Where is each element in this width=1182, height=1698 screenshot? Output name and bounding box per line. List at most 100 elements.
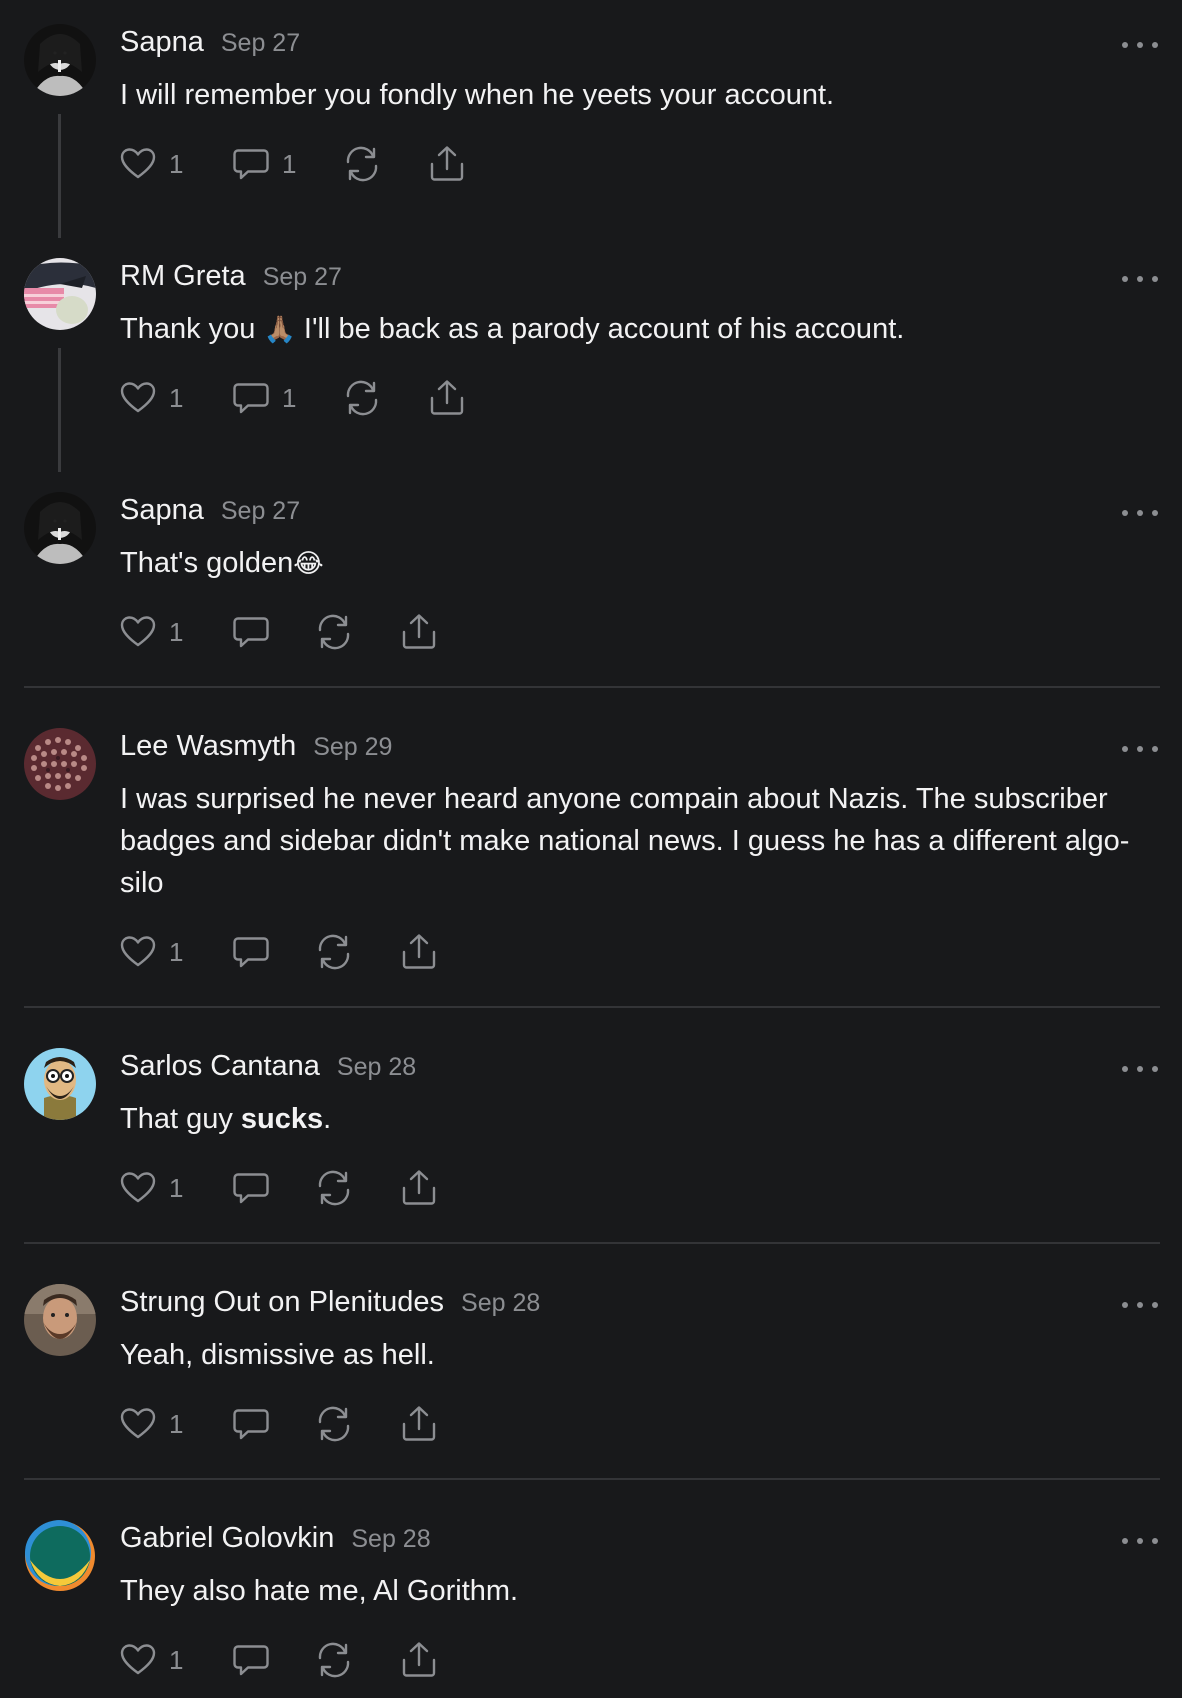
comment-bubble-icon	[231, 378, 271, 418]
bold-text: sucks	[240, 1103, 324, 1135]
share-button[interactable]	[399, 612, 439, 652]
more-dots-icon[interactable]	[1122, 1295, 1158, 1315]
author-name[interactable]: Sarlos Cantana	[120, 1050, 320, 1083]
comment-header: Sapna Sep 27	[120, 494, 300, 534]
like-button[interactable]: 1	[118, 1168, 183, 1208]
share-button[interactable]	[399, 932, 439, 972]
emoji: 😂	[293, 549, 324, 579]
like-button[interactable]: 1	[118, 378, 183, 418]
restack-button[interactable]	[342, 378, 382, 418]
more-dots-icon[interactable]	[1122, 1531, 1158, 1551]
restack-button[interactable]	[314, 932, 354, 972]
restack-button[interactable]	[342, 144, 382, 184]
author-name[interactable]: Lee Wasmyth	[120, 730, 296, 763]
restack-button[interactable]	[314, 1168, 354, 1208]
reply-button[interactable]: 1	[231, 378, 296, 418]
share-icon	[399, 1168, 439, 1208]
like-button[interactable]: 1	[118, 144, 183, 184]
share-icon	[399, 932, 439, 972]
thread-line	[58, 114, 61, 238]
author-name[interactable]: Sapna	[120, 494, 204, 527]
share-icon	[399, 1404, 439, 1444]
avatar[interactable]	[24, 258, 96, 330]
like-count: 1	[169, 1644, 184, 1675]
share-button[interactable]	[399, 1168, 439, 1208]
comment-date[interactable]: Sep 28	[337, 1053, 416, 1082]
reply-button[interactable]: 1	[231, 144, 296, 184]
divider	[24, 1478, 1160, 1480]
more-dots-icon[interactable]	[1122, 503, 1158, 523]
more-dots-icon[interactable]	[1122, 1059, 1158, 1079]
restack-button[interactable]	[314, 1404, 354, 1444]
restack-icon	[314, 612, 354, 652]
more-dots-icon[interactable]	[1122, 269, 1158, 289]
comment-bubble-icon	[231, 932, 271, 972]
author-name[interactable]: RM Greta	[120, 260, 246, 293]
share-button[interactable]	[399, 1404, 439, 1444]
comment-header: Gabriel Golovkin Sep 28	[120, 1522, 431, 1562]
like-button[interactable]: 1	[118, 1404, 183, 1444]
comment-bubble-icon	[231, 1640, 271, 1680]
heart-icon	[118, 144, 158, 184]
restack-icon	[314, 1640, 354, 1680]
reply-button[interactable]	[231, 1404, 271, 1444]
restack-button[interactable]	[314, 612, 354, 652]
share-icon	[399, 612, 439, 652]
share-button[interactable]	[427, 378, 467, 418]
more-dots-icon[interactable]	[1122, 35, 1158, 55]
comment-header: Sarlos Cantana Sep 28	[120, 1050, 416, 1090]
comment-bubble-icon	[231, 1404, 271, 1444]
reply-button[interactable]	[231, 1168, 271, 1208]
reply-button[interactable]	[231, 932, 271, 972]
heart-icon	[118, 932, 158, 972]
comment-header: Lee Wasmyth Sep 29	[120, 730, 392, 770]
author-name[interactable]: Gabriel Golovkin	[120, 1522, 334, 1555]
like-button[interactable]: 1	[118, 1640, 183, 1680]
like-count: 1	[169, 1408, 184, 1439]
share-button[interactable]	[399, 1640, 439, 1680]
restack-icon	[342, 144, 382, 184]
comment-header: Sapna Sep 27	[120, 26, 300, 66]
more-dots-icon[interactable]	[1122, 739, 1158, 759]
avatar[interactable]	[24, 1520, 96, 1592]
restack-icon	[314, 932, 354, 972]
comment-date[interactable]: Sep 28	[461, 1289, 540, 1318]
text-segment: I'll be back as a parody account of his …	[295, 313, 905, 345]
avatar[interactable]	[24, 1284, 96, 1356]
comment-text: They also hate me, Al Gorithm.	[120, 1575, 519, 1607]
text-segment: Thank you	[120, 313, 264, 345]
comment-date[interactable]: Sep 27	[221, 497, 300, 526]
comment-date[interactable]: Sep 28	[351, 1525, 430, 1554]
like-button[interactable]: 1	[118, 932, 183, 972]
comment-date[interactable]: Sep 29	[313, 733, 392, 762]
avatar[interactable]	[24, 1048, 96, 1120]
like-count: 1	[169, 1172, 184, 1203]
avatar[interactable]	[24, 492, 96, 564]
like-count: 1	[169, 148, 184, 179]
like-button[interactable]: 1	[118, 612, 183, 652]
avatar[interactable]	[24, 24, 96, 96]
author-name[interactable]: Sapna	[120, 26, 204, 59]
share-icon	[427, 378, 467, 418]
comment-text: Yeah, dismissive as hell.	[120, 1339, 435, 1371]
comment-text: That guy sucks.	[120, 1098, 1160, 1140]
author-name[interactable]: Strung Out on Plenitudes	[120, 1286, 444, 1319]
comment-header: RM Greta Sep 27	[120, 260, 342, 300]
reply-button[interactable]	[231, 1640, 271, 1680]
restack-icon	[342, 378, 382, 418]
reply-button[interactable]	[231, 612, 271, 652]
share-button[interactable]	[427, 144, 467, 184]
heart-icon	[118, 1640, 158, 1680]
avatar[interactable]	[24, 728, 96, 800]
comment-date[interactable]: Sep 27	[263, 263, 342, 292]
comment-bubble-icon	[231, 612, 271, 652]
reply-count: 1	[282, 148, 297, 179]
divider	[24, 1242, 1160, 1244]
comment-text: That's golden😂	[120, 542, 1160, 585]
restack-icon	[314, 1404, 354, 1444]
restack-button[interactable]	[314, 1640, 354, 1680]
divider	[24, 686, 1160, 688]
restack-icon	[314, 1168, 354, 1208]
comment-date[interactable]: Sep 27	[221, 29, 300, 58]
like-count: 1	[169, 616, 184, 647]
